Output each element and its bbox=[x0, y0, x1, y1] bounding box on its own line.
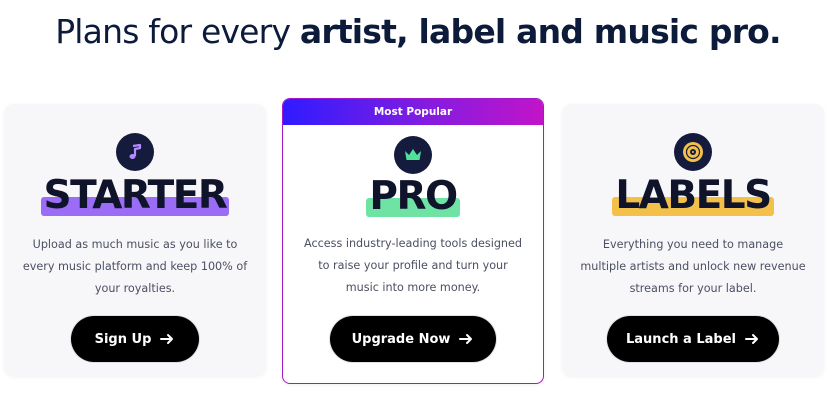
plan-name: STARTER bbox=[40, 174, 230, 218]
sign-up-button[interactable]: Sign Up bbox=[71, 316, 199, 362]
plan-name: LABELS bbox=[612, 174, 775, 218]
page-heading: Plans for every artist, label and music … bbox=[0, 12, 836, 51]
launch-label-button[interactable]: Launch a Label bbox=[607, 316, 779, 362]
plan-card-labels: LABELS Everything you need to manage mul… bbox=[562, 104, 824, 376]
crown-icon bbox=[394, 136, 432, 174]
heading-bold-text: artist, label and music pro. bbox=[299, 12, 782, 51]
music-note-icon bbox=[116, 133, 154, 171]
plan-name: PRO bbox=[366, 175, 460, 219]
plan-description: Everything you need to manage multiple a… bbox=[580, 238, 806, 295]
cta-label: Sign Up bbox=[94, 331, 152, 347]
heading-light-text: Plans for every bbox=[55, 12, 300, 51]
arrow-right-icon bbox=[459, 334, 473, 344]
cta-label: Upgrade Now bbox=[351, 331, 451, 347]
vinyl-record-icon bbox=[674, 133, 712, 171]
plan-card-pro: Most Popular PRO Access industry-leading… bbox=[282, 98, 544, 384]
plan-description: Access industry-leading tools designed t… bbox=[304, 237, 522, 294]
arrow-right-icon bbox=[160, 334, 174, 344]
most-popular-badge: Most Popular bbox=[283, 99, 543, 125]
plan-card-starter: STARTER Upload as much music as you like… bbox=[4, 104, 266, 376]
cta-label: Launch a Label bbox=[626, 331, 736, 347]
arrow-right-icon bbox=[745, 334, 758, 344]
upgrade-now-button[interactable]: Upgrade Now bbox=[330, 316, 496, 362]
plan-description: Upload as much music as you like to ever… bbox=[22, 238, 248, 295]
